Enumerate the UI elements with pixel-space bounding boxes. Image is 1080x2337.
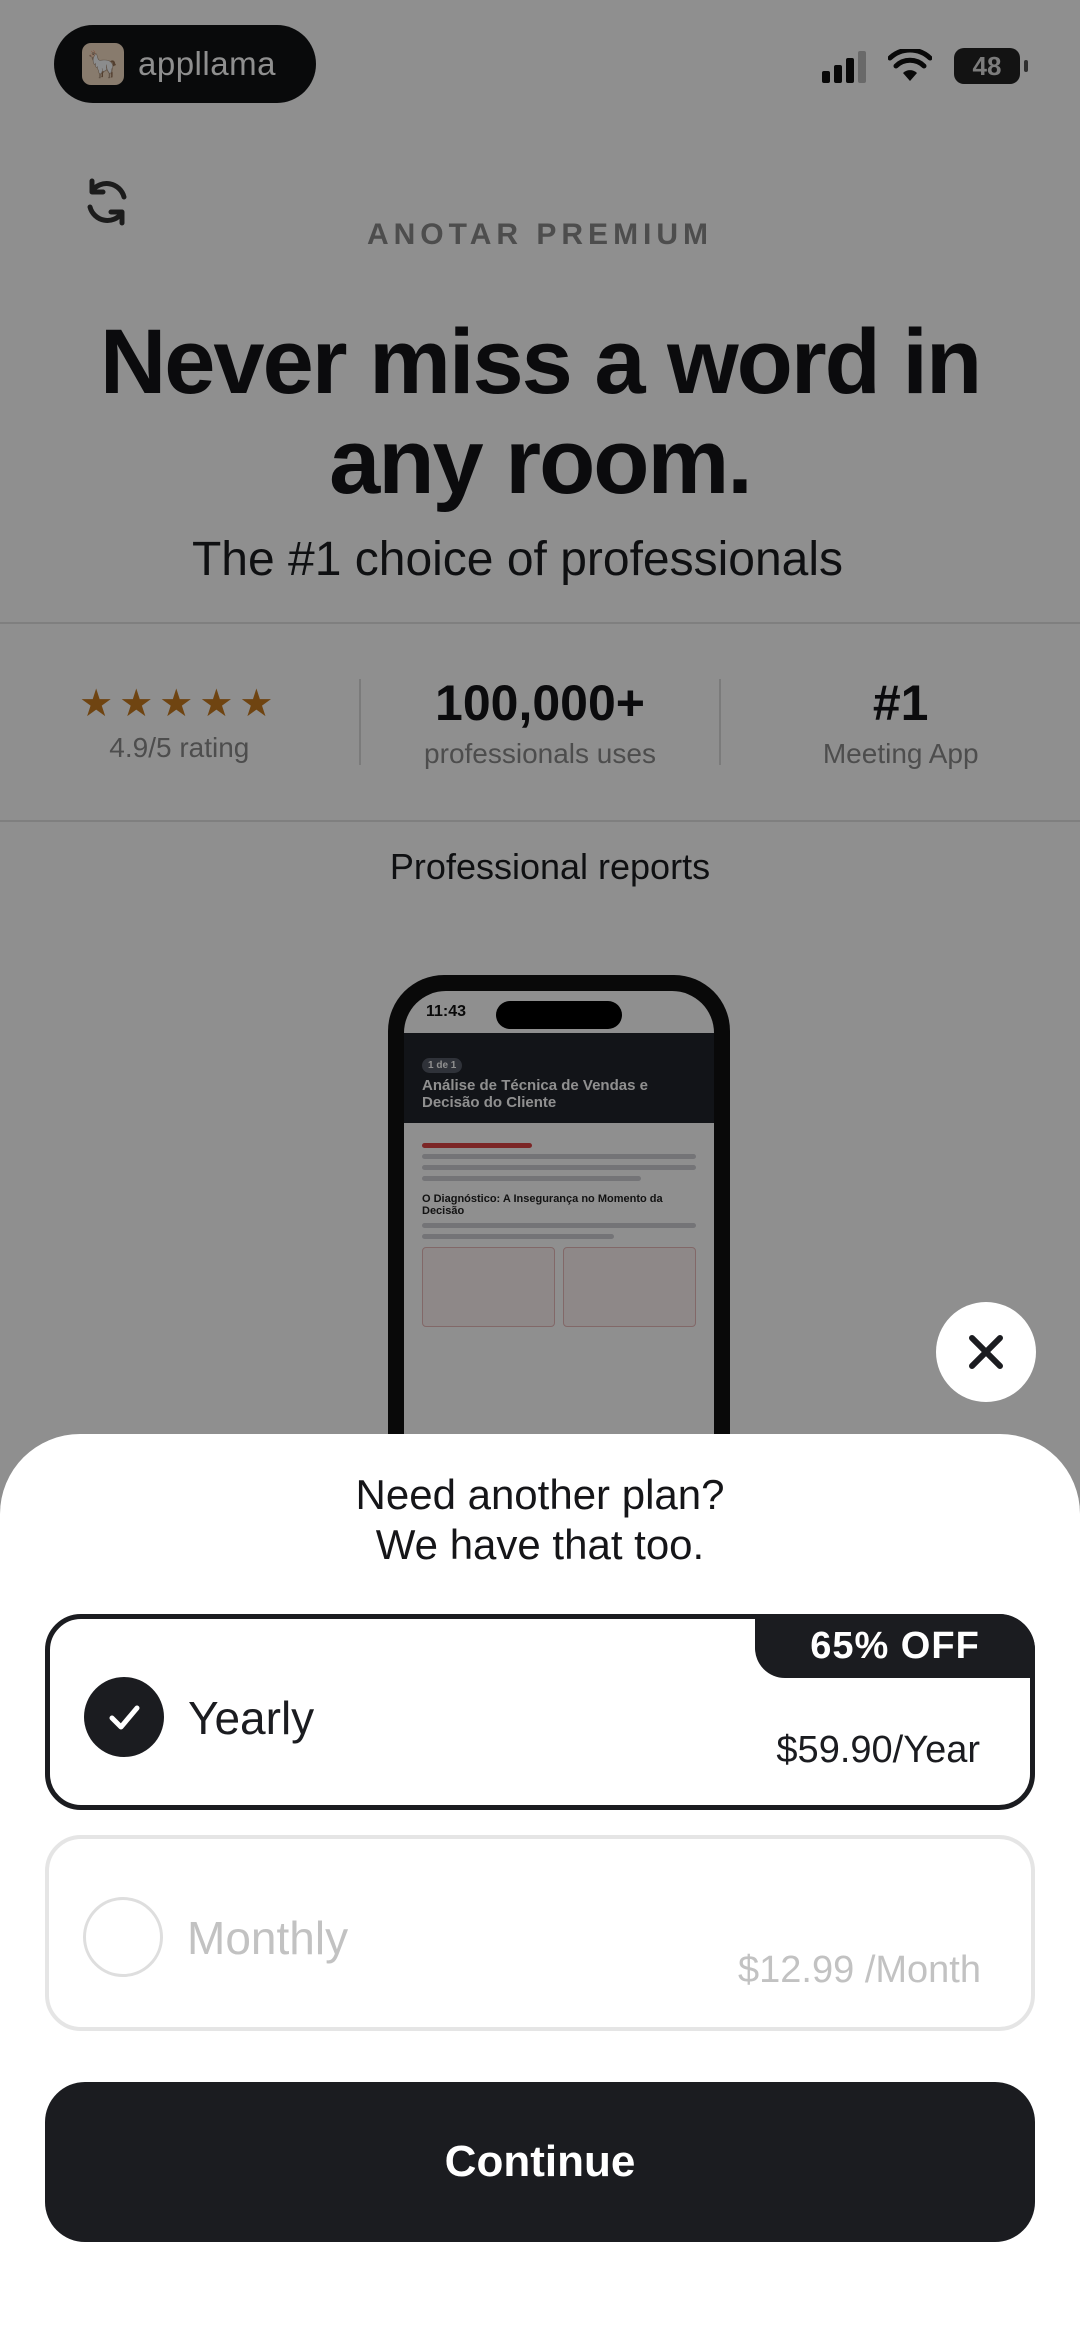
plan-sheet: Need another plan? We have that too. 65%… [0, 1434, 1080, 2337]
checkmark-icon [109, 1705, 140, 1730]
continue-button[interactable]: Continue [45, 2082, 1035, 2242]
close-icon [969, 1335, 1003, 1369]
close-button[interactable] [936, 1302, 1036, 1402]
radio-selected[interactable] [84, 1677, 164, 1757]
plan-option-yearly[interactable]: 65% OFF Yearly $59.90/Year [45, 1614, 1035, 1810]
plan-name: Monthly [187, 1912, 349, 1964]
radio-unselected[interactable] [83, 1897, 163, 1977]
plan-name: Yearly [188, 1692, 315, 1744]
discount-badge: 65% OFF [755, 1614, 1035, 1678]
plan-price: $59.90/Year [776, 1729, 980, 1771]
plan-price: $12.99 /Month [738, 1949, 981, 1991]
sheet-title-line2: We have that too. [375, 1521, 705, 1568]
sheet-title: Need another plan? We have that too. [0, 1470, 1080, 1570]
sheet-title-line1: Need another plan? [355, 1471, 725, 1518]
plan-option-monthly[interactable]: Monthly $12.99 /Month [45, 1835, 1035, 2031]
